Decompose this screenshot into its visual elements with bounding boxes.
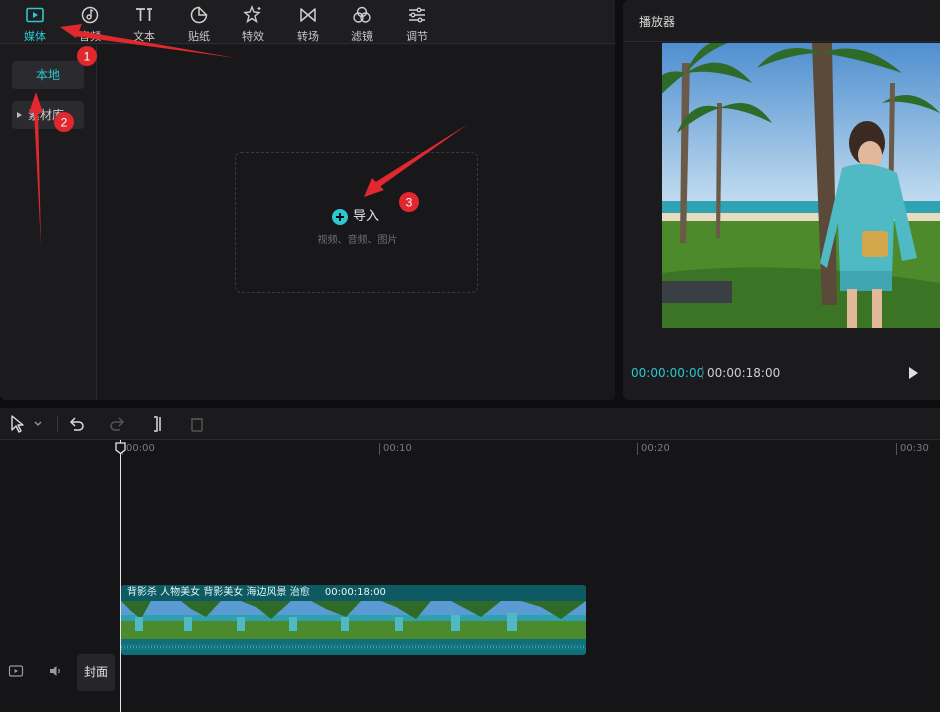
annotation-overlay: 1 2 3 bbox=[29, 24, 468, 246]
annotation-badge-2-label: 2 bbox=[61, 116, 68, 130]
annotation-badge-3-label: 3 bbox=[406, 196, 413, 210]
arrow-2 bbox=[34, 110, 41, 246]
annotation-badge-1-label: 1 bbox=[84, 50, 91, 64]
arrow-3 bbox=[374, 124, 468, 188]
arrow-1 bbox=[73, 30, 236, 58]
arrowhead-2 bbox=[29, 92, 43, 113]
